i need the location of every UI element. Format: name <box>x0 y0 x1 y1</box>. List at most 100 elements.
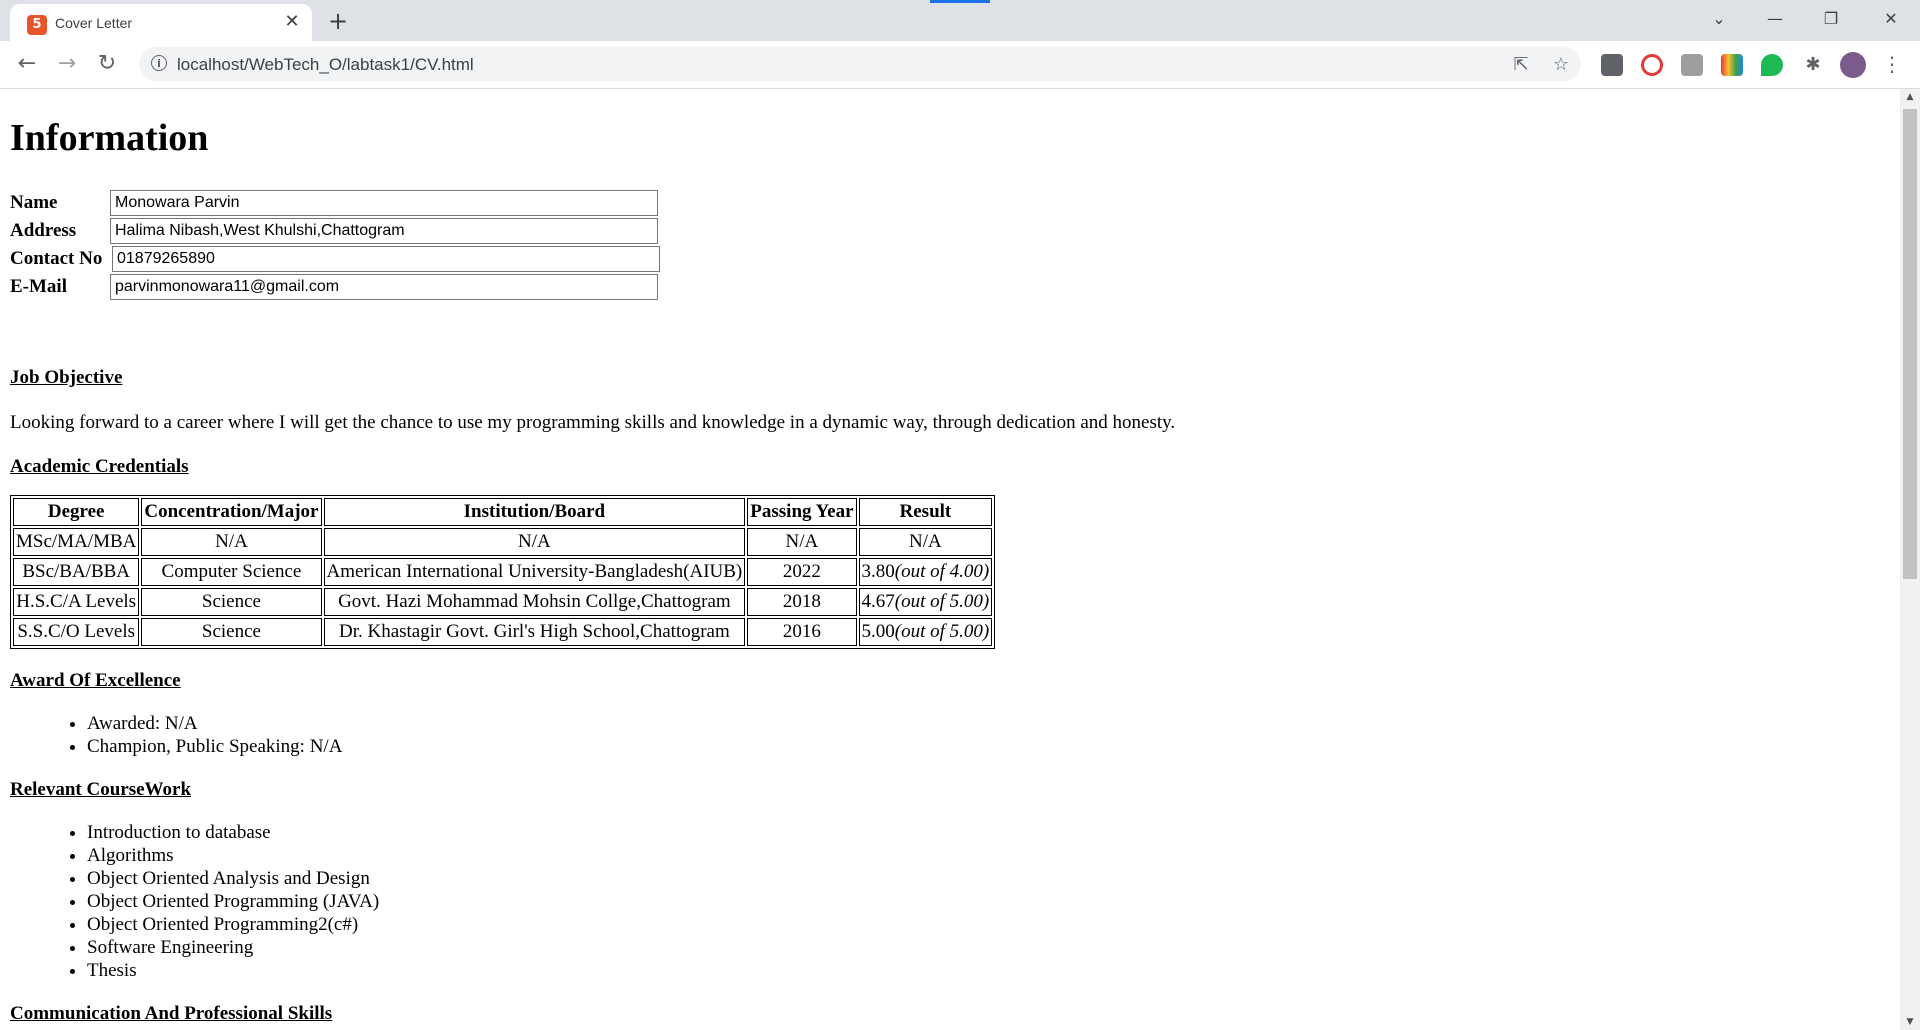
form-row-email: E-Mail <box>10 273 660 301</box>
list-item: Object Oriented Programming (JAVA) <box>87 890 379 913</box>
cell-institution: N/A <box>323 528 746 556</box>
tab-strip: 5 Cover Letter ✕ + ⌄ — ❐ ✕ <box>0 0 1920 41</box>
cell-major: Computer Science <box>141 558 322 586</box>
table-row: H.S.C/A Levels Science Govt. Hazi Mohamm… <box>13 588 993 616</box>
cell-degree: S.S.C/O Levels <box>13 618 140 646</box>
cell-year: 2022 <box>747 558 857 586</box>
form-row-name: Name <box>10 189 660 217</box>
site-info-icon[interactable]: i <box>151 55 167 71</box>
name-label: Name <box>10 192 58 213</box>
new-tab-button[interactable]: + <box>325 8 351 34</box>
academic-table: Degree Concentration/Major Institution/B… <box>10 495 996 649</box>
cell-institution: American International University-Bangla… <box>323 558 746 586</box>
cell-result: 5.00(out of 5.00) <box>858 618 993 646</box>
cell-year: 2018 <box>747 588 857 616</box>
cell-major: N/A <box>141 528 322 556</box>
browser-toolbar: ← → ↻ i localhost/WebTech_O/labtask1/CV.… <box>0 41 1920 89</box>
list-item: Object Oriented Programming2(c#) <box>87 913 379 936</box>
page-viewport: Information Name Address Contact No E-Ma… <box>0 89 1900 1030</box>
contact-field[interactable] <box>112 246 660 272</box>
award-list: Awarded: N/A Champion, Public Speaking: … <box>10 712 342 758</box>
browser-menu-icon[interactable]: ⋮ <box>1882 50 1902 78</box>
coursework-heading: Relevant CourseWork <box>10 779 192 800</box>
form-row-address: Address <box>10 217 660 245</box>
email-field[interactable] <box>110 274 658 300</box>
academic-credentials-heading: Academic Credentials <box>10 456 189 477</box>
award-heading: Award Of Excellence <box>10 670 181 691</box>
result-value: 4.67 <box>861 591 895 612</box>
cell-result: 4.67(out of 5.00) <box>858 588 993 616</box>
extension-avatar-icon[interactable] <box>1681 54 1703 76</box>
header-institution: Institution/Board <box>323 498 746 526</box>
address-label: Address <box>10 220 77 241</box>
vertical-scrollbar[interactable]: ▲ ▼ <box>1900 89 1920 1030</box>
extension-shield-icon[interactable] <box>1761 54 1783 76</box>
header-major: Concentration/Major <box>141 498 322 526</box>
cell-degree: MSc/MA/MBA <box>13 528 140 556</box>
cell-year: N/A <box>747 528 857 556</box>
html5-favicon-icon: 5 <box>27 15 47 35</box>
extension-contacts-icon[interactable] <box>1601 54 1623 76</box>
reload-button[interactable]: ↻ <box>92 49 122 79</box>
email-label: E-Mail <box>10 276 67 297</box>
cell-year: 2016 <box>747 618 857 646</box>
page-title: Information <box>10 117 209 159</box>
list-item: Champion, Public Speaking: N/A <box>87 735 342 758</box>
scroll-up-arrow-icon[interactable]: ▲ <box>1900 89 1920 105</box>
contact-label: Contact No <box>10 248 103 269</box>
close-window-button[interactable]: ✕ <box>1868 0 1914 38</box>
form-row-contact: Contact No <box>10 245 660 273</box>
header-result: Result <box>858 498 993 526</box>
job-objective-text: Looking forward to a career where I will… <box>10 412 1176 433</box>
cell-result: 3.80(out of 4.00) <box>858 558 993 586</box>
minimize-button[interactable]: — <box>1752 0 1798 38</box>
list-item: Object Oriented Analysis and Design <box>87 867 379 890</box>
header-year: Passing Year <box>747 498 857 526</box>
tab-cover-letter[interactable]: 5 Cover Letter ✕ <box>10 4 312 41</box>
list-item: Software Engineering <box>87 936 379 959</box>
cell-institution: Govt. Hazi Mohammad Mohsin Collge,Chatto… <box>323 588 746 616</box>
url-text[interactable]: localhost/WebTech_O/labtask1/CV.html <box>177 55 474 75</box>
result-scale: (out of 5.00) <box>894 591 990 612</box>
result-scale: (out of 4.00) <box>894 561 990 582</box>
back-button[interactable]: ← <box>12 49 42 79</box>
result-value: 3.80 <box>861 561 895 582</box>
share-icon[interactable]: ⇱ <box>1509 53 1533 77</box>
restore-button[interactable]: ❐ <box>1808 0 1854 38</box>
cell-result: N/A <box>858 528 993 556</box>
extensions-puzzle-icon[interactable]: ✱ <box>1801 53 1825 77</box>
list-item: Algorithms <box>87 844 379 867</box>
tab-title: Cover Letter <box>55 15 133 31</box>
name-field[interactable] <box>110 190 658 216</box>
result-value: 5.00 <box>861 621 895 642</box>
result-scale: (out of 5.00) <box>894 621 990 642</box>
extension-play-icon[interactable] <box>1641 54 1663 76</box>
address-bar[interactable]: i localhost/WebTech_O/labtask1/CV.html ⇱… <box>139 47 1581 81</box>
table-row: S.S.C/O Levels Science Dr. Khastagir Gov… <box>13 618 993 646</box>
table-header-row: Degree Concentration/Major Institution/B… <box>13 498 993 526</box>
list-item: Introduction to database <box>87 821 379 844</box>
coursework-list: Introduction to database Algorithms Obje… <box>10 821 379 982</box>
tab-search-chevron-icon[interactable]: ⌄ <box>1696 0 1742 38</box>
scroll-down-arrow-icon[interactable]: ▼ <box>1900 1014 1920 1030</box>
header-degree: Degree <box>13 498 140 526</box>
bookmark-star-icon[interactable]: ☆ <box>1549 53 1573 77</box>
tab-close-icon[interactable]: ✕ <box>281 11 303 33</box>
result-value: N/A <box>909 531 942 552</box>
job-objective-heading: Job Objective <box>10 367 123 388</box>
scrollbar-thumb[interactable] <box>1903 109 1917 579</box>
extension-colorbar-icon[interactable] <box>1721 54 1743 76</box>
cell-institution: Dr. Khastagir Govt. Girl's High School,C… <box>323 618 746 646</box>
tab-search-indicator <box>930 0 990 3</box>
skills-heading: Communication And Professional Skills <box>10 1003 333 1024</box>
cell-major: Science <box>141 618 322 646</box>
cell-degree: BSc/BA/BBA <box>13 558 140 586</box>
profile-avatar[interactable] <box>1840 52 1866 78</box>
forward-button[interactable]: → <box>52 49 82 79</box>
list-item: Awarded: N/A <box>87 712 342 735</box>
cell-degree: H.S.C/A Levels <box>13 588 140 616</box>
table-row: MSc/MA/MBA N/A N/A N/A N/A <box>13 528 993 556</box>
address-field[interactable] <box>110 218 658 244</box>
list-item: Thesis <box>87 959 379 982</box>
information-form: Name Address Contact No E-Mail <box>10 189 660 301</box>
